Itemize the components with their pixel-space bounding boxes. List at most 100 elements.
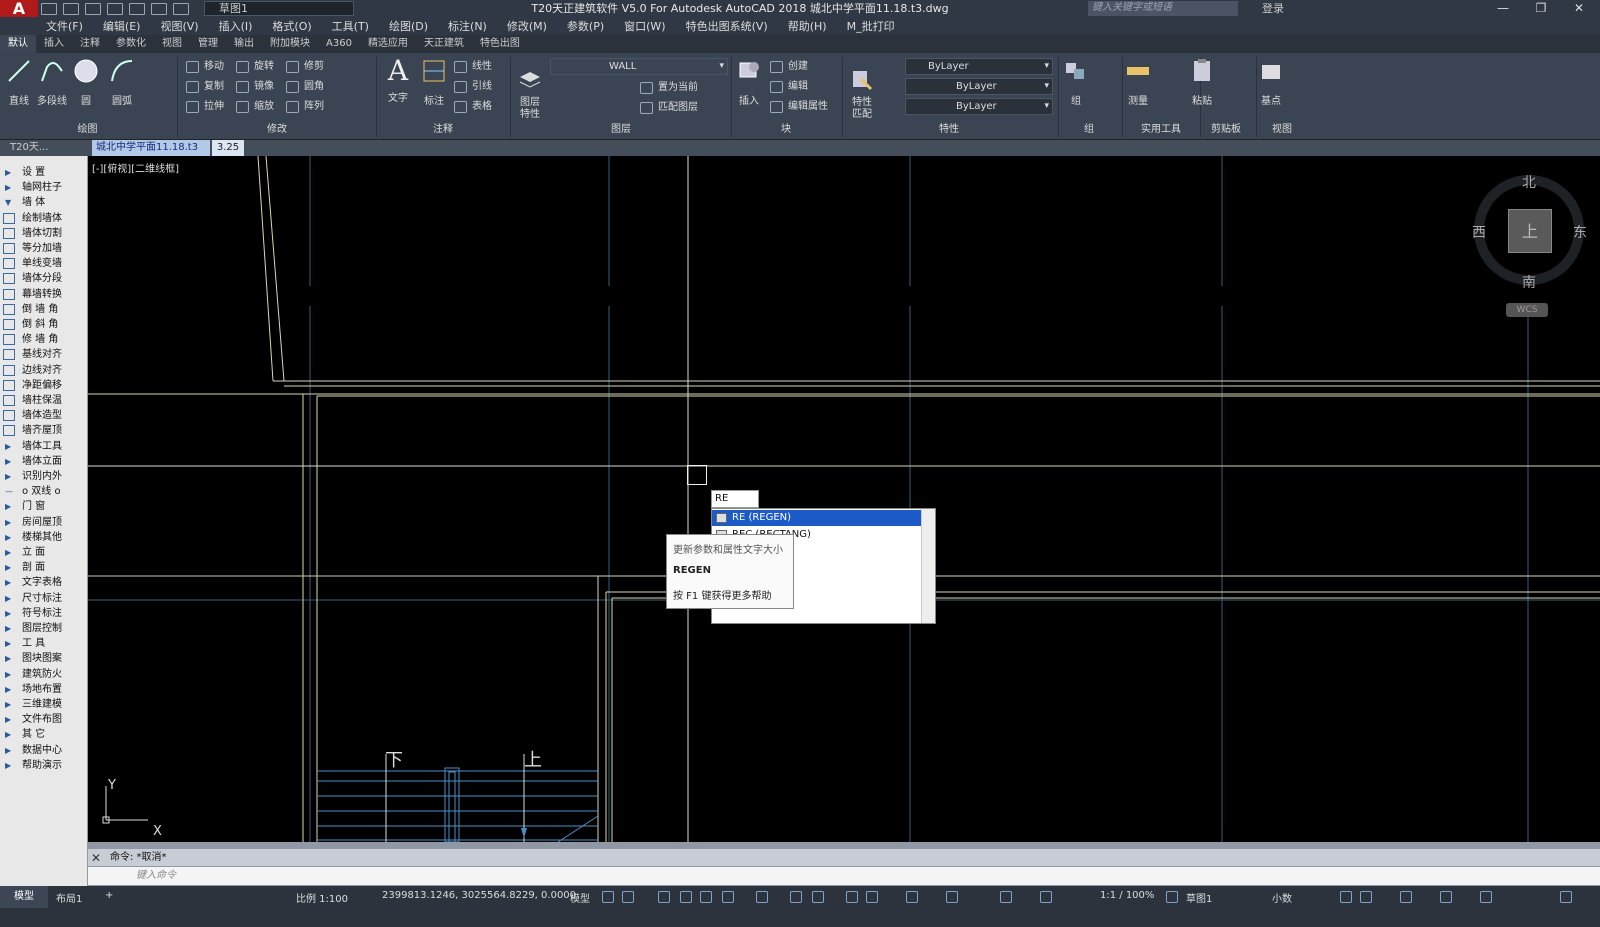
infer-icon[interactable] [658, 891, 670, 903]
redo-icon[interactable] [173, 2, 189, 15]
ribbon-tab-0[interactable]: 默认 [0, 35, 36, 53]
line-tool[interactable]: 直线 [3, 57, 35, 107]
palette-item-3[interactable]: 绘制墙体 [0, 211, 88, 226]
isolate-objects-icon[interactable] [1400, 891, 1412, 903]
snap-icon[interactable] [622, 891, 634, 903]
close-button[interactable]: ✕ [1561, 0, 1597, 17]
palette-item-24[interactable]: ▶ 楼梯其他 [0, 530, 88, 545]
measure-tool[interactable]: 测量 [1122, 57, 1154, 107]
ribbon-tab-5[interactable]: 管理 [190, 35, 226, 53]
palette-item-1[interactable]: ▶ 轴网柱子 [0, 180, 88, 195]
autocomplete-item[interactable]: RE (REGEN) [712, 510, 922, 526]
palette-item-39[interactable]: ▶ 帮助演示 [0, 758, 88, 773]
compass-east[interactable]: 东 [1573, 222, 1587, 242]
move-tool[interactable]: 移动 [186, 59, 224, 75]
circle-tool[interactable]: 圆 [70, 57, 102, 107]
palette-item-18[interactable]: ▶ 墙体工具 [0, 439, 88, 454]
model-tab[interactable]: 模型 [0, 886, 48, 908]
palette-item-0[interactable]: ▶ 设 置 [0, 165, 88, 180]
palette-item-11[interactable]: 修 墙 角 [0, 332, 88, 347]
color-dropdown[interactable]: ByLayer [905, 58, 1053, 75]
stretch-tool[interactable]: 拉伸 [186, 99, 224, 115]
palette-item-37[interactable]: ▶ 其 它 [0, 727, 88, 742]
palette-item-23[interactable]: ▶ 房间屋顶 [0, 515, 88, 530]
ribbon-tab-7[interactable]: 附加模块 [262, 35, 318, 53]
save-icon[interactable] [85, 2, 101, 15]
ribbon-tab-10[interactable]: 天正建筑 [416, 35, 472, 53]
fillet-tool[interactable]: 圆角 [286, 79, 324, 95]
save-as-icon[interactable] [107, 2, 123, 15]
ortho-icon[interactable] [700, 891, 712, 903]
menu-4[interactable]: 格式(O) [272, 18, 311, 34]
login-button[interactable]: 登录 [1262, 0, 1284, 17]
minimize-button[interactable]: — [1485, 0, 1521, 17]
undo-icon[interactable] [151, 2, 167, 15]
palette-item-20[interactable]: ▶ 识别内外 [0, 469, 88, 484]
group-tool[interactable]: 组 [1060, 57, 1092, 107]
palette-item-21[interactable]: — o 双线 o [0, 484, 88, 499]
palette-item-16[interactable]: 墙体造型 [0, 408, 88, 423]
palette-item-26[interactable]: ▶ 剖 面 [0, 560, 88, 575]
palette-item-12[interactable]: 基线对齐 [0, 347, 88, 362]
text-tool[interactable]: A 文字 [382, 57, 414, 105]
menu-11[interactable]: 特色出图系统(V) [686, 18, 768, 34]
restore-button[interactable]: ❐ [1523, 0, 1559, 17]
workspace-dropdown[interactable]: 草图1 [204, 1, 354, 16]
palette-item-27[interactable]: ▶ 文字表格 [0, 575, 88, 590]
match-properties-tool[interactable]: 特性 匹配 [846, 57, 878, 121]
model-space-button[interactable]: 模型 [570, 890, 590, 905]
arc-tool[interactable]: 圆弧 [106, 57, 138, 107]
file-tab[interactable]: 城北中学平面11.18.t3 [92, 140, 210, 156]
osnap-tracking-icon[interactable] [790, 891, 802, 903]
palette-item-5[interactable]: 等分加墙 [0, 241, 88, 256]
selection-cycling-icon[interactable] [906, 891, 918, 903]
new-file-icon[interactable] [41, 2, 57, 15]
customization-menu-icon[interactable] [1560, 891, 1572, 903]
units-dropdown[interactable]: 小数 [1272, 890, 1292, 905]
menu-3[interactable]: 插入(I) [219, 18, 253, 34]
make-current-tool[interactable]: 置为当前 [640, 80, 698, 96]
grid-icon[interactable] [602, 891, 614, 903]
hardware-acceleration-icon[interactable] [1440, 891, 1452, 903]
palette-item-4[interactable]: 墙体切割 [0, 226, 88, 241]
dimension-tool[interactable]: 标注 [418, 57, 450, 107]
ribbon-tab-6[interactable]: 输出 [226, 35, 262, 53]
table-tool[interactable]: 表格 [454, 99, 492, 115]
ribbon-tab-3[interactable]: 参数化 [108, 35, 154, 53]
create-block-tool[interactable]: 创建 [770, 59, 808, 75]
palette-item-30[interactable]: ▶ 图层控制 [0, 621, 88, 636]
block-panel-title[interactable]: 块 [732, 122, 840, 138]
scale-dropdown[interactable]: 比例 1:100 [296, 890, 348, 905]
properties-panel-title[interactable]: 特性 [843, 122, 1055, 138]
dynamic-input-icon[interactable] [680, 891, 692, 903]
viewcube[interactable]: 上 [1508, 209, 1552, 253]
scale-tab[interactable]: 3.25 [212, 140, 244, 156]
palette-item-33[interactable]: ▶ 建筑防火 [0, 667, 88, 682]
groups-panel-title[interactable]: 组 [1059, 122, 1119, 138]
application-menu-button[interactable]: A [0, 0, 38, 17]
array-tool[interactable]: 阵列 [286, 99, 324, 115]
isodraft-icon[interactable] [756, 891, 768, 903]
ribbon-tab-1[interactable]: 插入 [36, 35, 72, 53]
ribbon-tab-11[interactable]: 特色出图 [472, 35, 528, 53]
palette-item-29[interactable]: ▶ 符号标注 [0, 606, 88, 621]
linetype-dropdown[interactable]: ByLayer [905, 78, 1053, 95]
workspace-status-dropdown[interactable]: 草图1 [1186, 890, 1212, 905]
palette-item-22[interactable]: ▶ 门 窗 [0, 499, 88, 514]
3d-osnap-icon[interactable] [946, 891, 958, 903]
palette-item-7[interactable]: 墙体分段 [0, 271, 88, 286]
modify-panel-title[interactable]: 修改 [178, 122, 376, 138]
menu-13[interactable]: M_批打印 [847, 18, 895, 34]
edit-block-tool[interactable]: 编辑 [770, 79, 808, 95]
ribbon-tab-4[interactable]: 视图 [154, 35, 190, 53]
ribbon-tab-8[interactable]: A360 [318, 35, 360, 53]
ribbon-tab-9[interactable]: 精选应用 [360, 35, 416, 53]
lock-ui-icon[interactable] [1360, 891, 1372, 903]
quick-properties-icon[interactable] [1340, 891, 1352, 903]
palette-item-28[interactable]: ▶ 尺寸标注 [0, 591, 88, 606]
ribbon-tab-2[interactable]: 注释 [72, 35, 108, 53]
menu-1[interactable]: 编辑(E) [103, 18, 141, 34]
palette-item-13[interactable]: 边线对齐 [0, 363, 88, 378]
print-icon[interactable] [129, 2, 145, 15]
view-panel-title[interactable]: 视图 [1256, 122, 1308, 138]
